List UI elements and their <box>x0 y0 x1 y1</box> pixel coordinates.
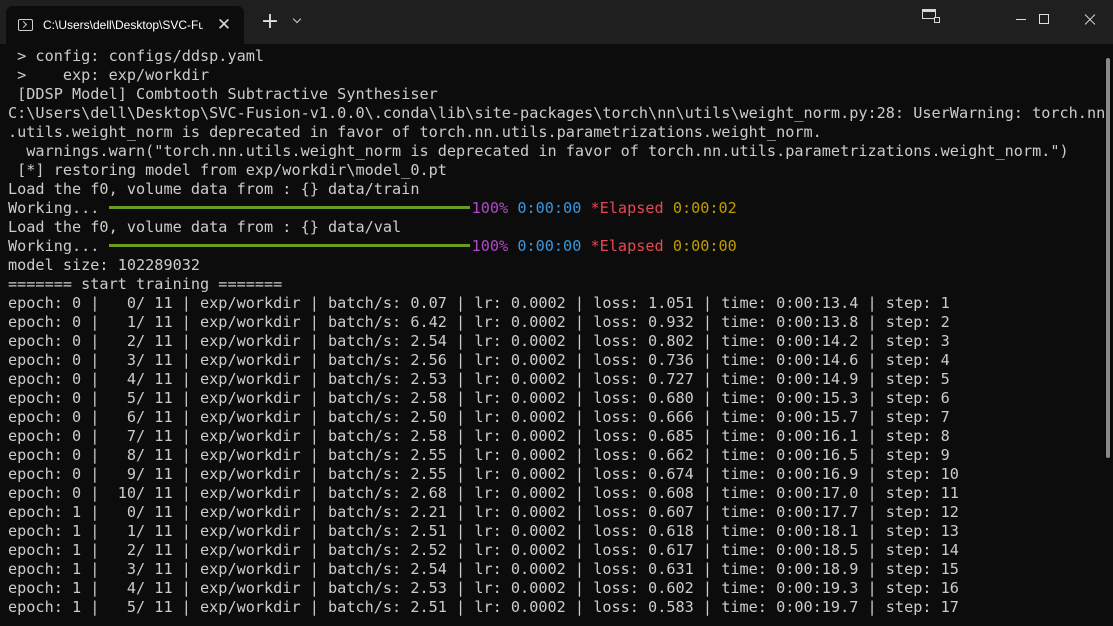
elapsed-time: 0:00:02 <box>672 199 737 217</box>
progress-time: 0:00:00 <box>517 199 582 217</box>
output-line: C:\Users\dell\Desktop\SVC-Fusion-v1.0.0\… <box>8 104 1104 122</box>
output-line: warnings.warn("torch.nn.utils.weight_nor… <box>8 142 1069 160</box>
terminal-output[interactable]: > config: configs/ddsp.yaml > exp: exp/w… <box>0 47 1104 626</box>
progress-bar <box>108 206 470 209</box>
title-bar: C:\Users\dell\Desktop\SVC-Fu ✕ + <box>0 0 1113 44</box>
progress-bar <box>108 244 470 247</box>
epoch-line: epoch: 1 | 0/ 11 | exp/workdir | batch/s… <box>8 503 959 521</box>
epoch-line: epoch: 0 | 9/ 11 | exp/workdir | batch/s… <box>8 465 959 483</box>
epoch-line: epoch: 0 | 4/ 11 | exp/workdir | batch/s… <box>8 370 950 388</box>
epoch-line: epoch: 1 | 1/ 11 | exp/workdir | batch/s… <box>8 522 959 540</box>
progress-line-train: Working... 100% 0:00:00 *Elapsed 0:00:02 <box>0 199 1104 218</box>
plus-icon[interactable]: + <box>258 10 282 34</box>
scrollbar-thumb[interactable] <box>1106 58 1110 458</box>
progress-label: Working... <box>8 237 109 255</box>
epoch-line: epoch: 0 | 2/ 11 | exp/workdir | batch/s… <box>8 332 950 350</box>
tab-title: C:\Users\dell\Desktop\SVC-Fu <box>43 18 203 32</box>
model-size-line: model size: 102289032 <box>8 256 201 274</box>
output-line: [*] restoring model from exp/workdir\mod… <box>8 161 447 179</box>
epoch-line: epoch: 1 | 4/ 11 | exp/workdir | batch/s… <box>8 579 959 597</box>
epoch-line: epoch: 0 | 5/ 11 | exp/workdir | batch/s… <box>8 389 950 407</box>
terminal-tab[interactable]: C:\Users\dell\Desktop\SVC-Fu ✕ <box>6 6 244 44</box>
progress-percent: 100% <box>471 199 509 217</box>
epoch-line: epoch: 1 | 5/ 11 | exp/workdir | batch/s… <box>8 598 959 616</box>
epoch-line: epoch: 0 | 3/ 11 | exp/workdir | batch/s… <box>8 351 950 369</box>
progress-percent: 100% <box>471 237 509 255</box>
epoch-line: epoch: 0 | 7/ 11 | exp/workdir | batch/s… <box>8 427 950 445</box>
epoch-line: epoch: 1 | 3/ 11 | exp/workdir | batch/s… <box>8 560 959 578</box>
epoch-line: epoch: 0 | 8/ 11 | exp/workdir | batch/s… <box>8 446 950 464</box>
terminal-icon <box>18 19 33 31</box>
output-line: .utils.weight_norm is deprecated in favo… <box>8 123 822 141</box>
epoch-line: epoch: 0 | 1/ 11 | exp/workdir | batch/s… <box>8 313 950 331</box>
maximize-button[interactable] <box>1021 0 1067 36</box>
epoch-line: epoch: 0 | 6/ 11 | exp/workdir | batch/s… <box>8 408 950 426</box>
output-line: > config: configs/ddsp.yaml <box>8 47 265 65</box>
output-line: Load the f0, volume data from : {} data/… <box>8 180 420 198</box>
epoch-line: epoch: 0 | 10/ 11 | exp/workdir | batch/… <box>8 484 959 502</box>
close-window-button[interactable] <box>1067 0 1113 36</box>
progress-label: Working... <box>8 199 109 217</box>
elapsed-label: *Elapsed <box>590 199 664 217</box>
elapsed-time: 0:00:00 <box>672 237 737 255</box>
vertical-scrollbar[interactable] <box>1104 47 1113 626</box>
close-icon[interactable]: ✕ <box>214 15 234 35</box>
progress-time: 0:00:00 <box>517 237 582 255</box>
window-frame-icon <box>922 9 940 23</box>
progress-line-val: Working... 100% 0:00:00 *Elapsed 0:00:00 <box>0 237 1104 256</box>
elapsed-label: *Elapsed <box>590 237 664 255</box>
output-line: > exp: exp/workdir <box>8 66 210 84</box>
output-line: [DDSP Model] Combtooth Subtractive Synth… <box>8 85 438 103</box>
start-training-line: ======= start training ======= <box>8 275 283 293</box>
epoch-line: epoch: 1 | 2/ 11 | exp/workdir | batch/s… <box>8 541 959 559</box>
output-line: Load the f0, volume data from : {} data/… <box>8 218 402 236</box>
chevron-down-icon[interactable] <box>289 12 307 32</box>
epoch-line: epoch: 0 | 0/ 11 | exp/workdir | batch/s… <box>8 294 950 312</box>
focus-mode-button[interactable] <box>906 0 952 36</box>
